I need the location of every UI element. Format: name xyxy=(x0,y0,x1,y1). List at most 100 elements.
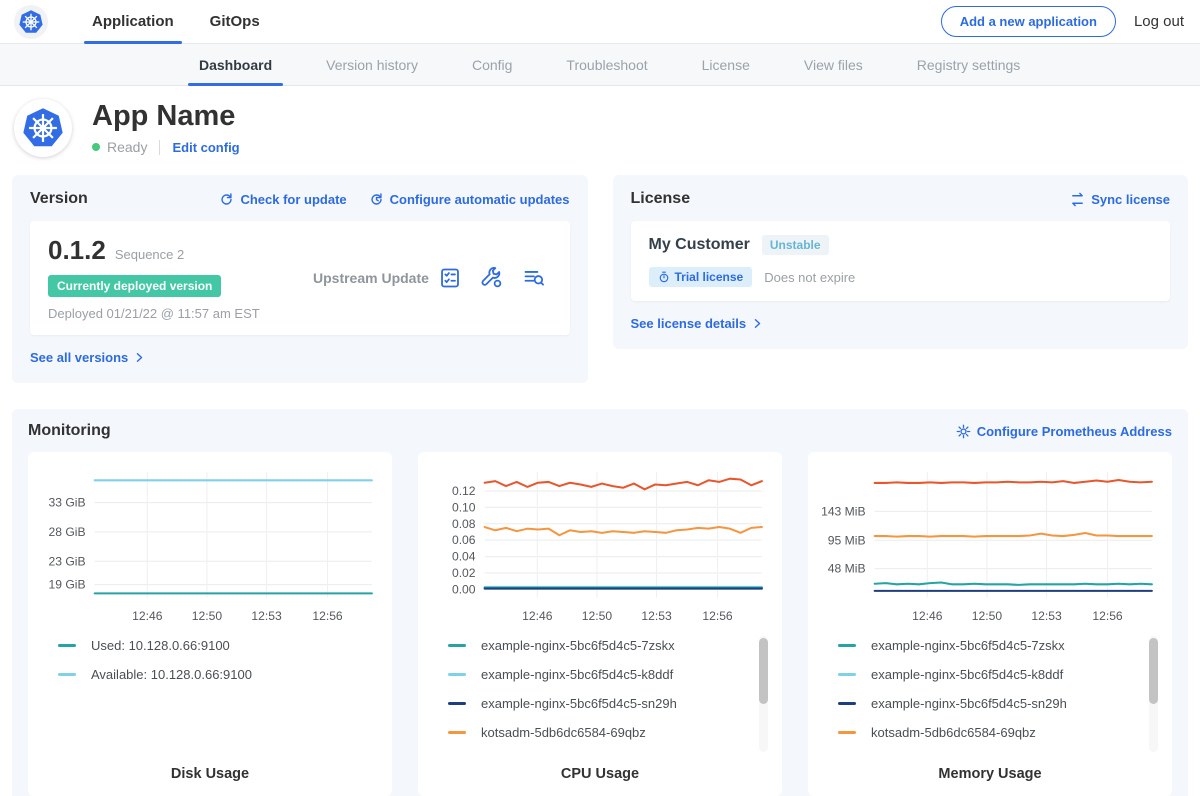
logout-link[interactable]: Log out xyxy=(1134,13,1184,30)
svg-text:23 GiB: 23 GiB xyxy=(48,554,85,568)
version-number: 0.1.2 xyxy=(48,235,106,266)
topnav-tabs: ApplicationGitOps xyxy=(74,0,278,43)
add-application-button[interactable]: Add a new application xyxy=(941,6,1116,37)
cards-row: Version Check for update xyxy=(0,167,1200,383)
chart-card-cpu-usage: 0.120.100.080.060.040.020.0012:4612:5012… xyxy=(418,452,782,796)
svg-text:12:56: 12:56 xyxy=(312,609,343,623)
legend-label: example-nginx-5bc6f5d4c5-7zskx xyxy=(481,638,675,653)
svg-text:0.08: 0.08 xyxy=(452,517,476,531)
legend-item: example-nginx-5bc6f5d4c5-sn29h xyxy=(838,694,1138,713)
topnav-tab-gitops[interactable]: GitOps xyxy=(192,0,278,43)
svg-text:48 MiB: 48 MiB xyxy=(828,562,866,576)
svg-text:33 GiB: 33 GiB xyxy=(48,496,85,510)
svg-text:12:56: 12:56 xyxy=(702,609,733,623)
chevron-right-icon xyxy=(134,352,145,363)
legend-scrollbar-thumb[interactable] xyxy=(1149,638,1158,704)
legend-item: example-nginx-5bc6f5d4c5-sn29h xyxy=(448,694,748,713)
chart-title: CPU Usage xyxy=(428,766,772,782)
legend-swatch xyxy=(838,702,856,705)
legend-scrollbar-track[interactable] xyxy=(759,636,768,752)
deploy-logs-icon[interactable] xyxy=(522,266,546,290)
legend-swatch xyxy=(838,644,856,647)
legend-swatch xyxy=(448,673,466,676)
svg-text:19 GiB: 19 GiB xyxy=(48,578,85,592)
svg-text:0.10: 0.10 xyxy=(452,500,476,514)
legend-swatch xyxy=(448,731,466,734)
svg-text:12:56: 12:56 xyxy=(1092,609,1123,623)
legend-label: example-nginx-5bc6f5d4c5-k8ddf xyxy=(481,667,673,682)
auto-update-clock-icon xyxy=(369,192,384,207)
preflight-checks-icon[interactable] xyxy=(438,266,462,290)
legend-label: Used: 10.128.0.66:9100 xyxy=(91,638,230,653)
legend-scrollbar-thumb[interactable] xyxy=(759,638,768,704)
legend-item: example-nginx-5bc6f5d4c5-k8ddf xyxy=(448,665,748,684)
monitoring-section: Monitoring Configure Prometheus Address … xyxy=(12,409,1188,796)
tab-license[interactable]: License xyxy=(675,44,777,85)
svg-text:12:50: 12:50 xyxy=(192,609,223,623)
tab-view-files[interactable]: View files xyxy=(777,44,890,85)
version-source-label: Upstream Update xyxy=(303,270,438,286)
version-card-title: Version xyxy=(30,190,88,208)
customer-name: My Customer xyxy=(649,236,750,254)
svg-text:12:50: 12:50 xyxy=(972,609,1003,623)
legend-swatch xyxy=(58,644,76,647)
chart-plot: 0.120.100.080.060.040.020.0012:4612:5012… xyxy=(428,462,772,632)
sync-arrows-icon xyxy=(1070,192,1085,207)
app-sub-nav: DashboardVersion historyConfigTroublesho… xyxy=(0,44,1200,86)
chevron-right-icon xyxy=(752,318,763,329)
topnav-right: Add a new application Log out xyxy=(941,6,1184,37)
stopwatch-icon xyxy=(658,271,670,283)
tab-config[interactable]: Config xyxy=(445,44,539,85)
status-dot xyxy=(92,143,100,151)
see-license-details-link[interactable]: See license details xyxy=(631,316,764,331)
svg-text:12:53: 12:53 xyxy=(251,609,282,623)
svg-text:0.04: 0.04 xyxy=(452,550,476,564)
config-wrench-icon[interactable] xyxy=(480,266,504,290)
legend-label: kotsadm-5db6dc6584-69qbz xyxy=(871,725,1036,740)
app-avatar xyxy=(14,99,72,157)
chart-title: Disk Usage xyxy=(38,766,382,782)
configure-automatic-updates-link[interactable]: Configure automatic updates xyxy=(369,192,570,207)
license-expiry: Does not expire xyxy=(764,270,855,285)
monitoring-title: Monitoring xyxy=(28,422,111,440)
legend-swatch xyxy=(838,673,856,676)
license-type-badge: Trial license xyxy=(649,267,753,287)
see-all-versions-link[interactable]: See all versions xyxy=(30,350,145,365)
kubernetes-logo[interactable] xyxy=(14,5,48,39)
channel-badge: Unstable xyxy=(762,235,829,255)
configure-prometheus-link[interactable]: Configure Prometheus Address xyxy=(956,424,1172,439)
sync-license-link[interactable]: Sync license xyxy=(1070,192,1170,207)
tab-dashboard[interactable]: Dashboard xyxy=(172,44,299,85)
legend-scrollbar-track[interactable] xyxy=(1149,636,1158,752)
app-header: App Name Ready Edit config xyxy=(0,86,1200,167)
edit-config-link[interactable]: Edit config xyxy=(172,140,239,155)
legend-swatch xyxy=(448,702,466,705)
license-panel: My Customer Unstable Trial license Does … xyxy=(631,221,1171,301)
deployed-badge: Currently deployed version xyxy=(48,275,221,297)
legend-label: Available: 10.128.0.66:9100 xyxy=(91,667,252,682)
legend-item: Used: 10.128.0.66:9100 xyxy=(58,636,358,655)
legend-item: example-nginx-5bc6f5d4c5-k8ddf xyxy=(838,665,1138,684)
chart-legend: Used: 10.128.0.66:9100 Available: 10.128.… xyxy=(38,632,382,766)
version-actions xyxy=(438,266,552,290)
legend-swatch xyxy=(58,673,76,676)
svg-text:12:46: 12:46 xyxy=(522,609,553,623)
deployed-timestamp: Deployed 01/21/22 @ 11:57 am EST xyxy=(48,306,303,321)
legend-label: example-nginx-5bc6f5d4c5-k8ddf xyxy=(871,667,1063,682)
svg-text:143 MiB: 143 MiB xyxy=(821,504,865,518)
tab-version-history[interactable]: Version history xyxy=(299,44,445,85)
chart-title: Memory Usage xyxy=(818,766,1162,782)
tab-troubleshoot[interactable]: Troubleshoot xyxy=(539,44,674,85)
legend-item: example-nginx-5bc6f5d4c5-7zskx xyxy=(838,636,1138,655)
chart-plot: 33 GiB28 GiB23 GiB19 GiB12:4612:5012:531… xyxy=(38,462,382,632)
chart-legend: example-nginx-5bc6f5d4c5-7zskx example-ng… xyxy=(428,632,772,766)
kots-dashboard-page: ApplicationGitOps Add a new application … xyxy=(0,0,1200,796)
legend-label: example-nginx-5bc6f5d4c5-sn29h xyxy=(481,696,677,711)
tab-registry-settings[interactable]: Registry settings xyxy=(890,44,1047,85)
chart-plot: 143 MiB95 MiB48 MiB12:4612:5012:5312:56 xyxy=(818,462,1162,632)
topnav-tab-application[interactable]: Application xyxy=(74,0,192,43)
status-label: Ready xyxy=(107,139,147,155)
svg-text:12:53: 12:53 xyxy=(1031,609,1062,623)
gear-icon xyxy=(956,424,971,439)
check-for-update-link[interactable]: Check for update xyxy=(219,192,346,207)
